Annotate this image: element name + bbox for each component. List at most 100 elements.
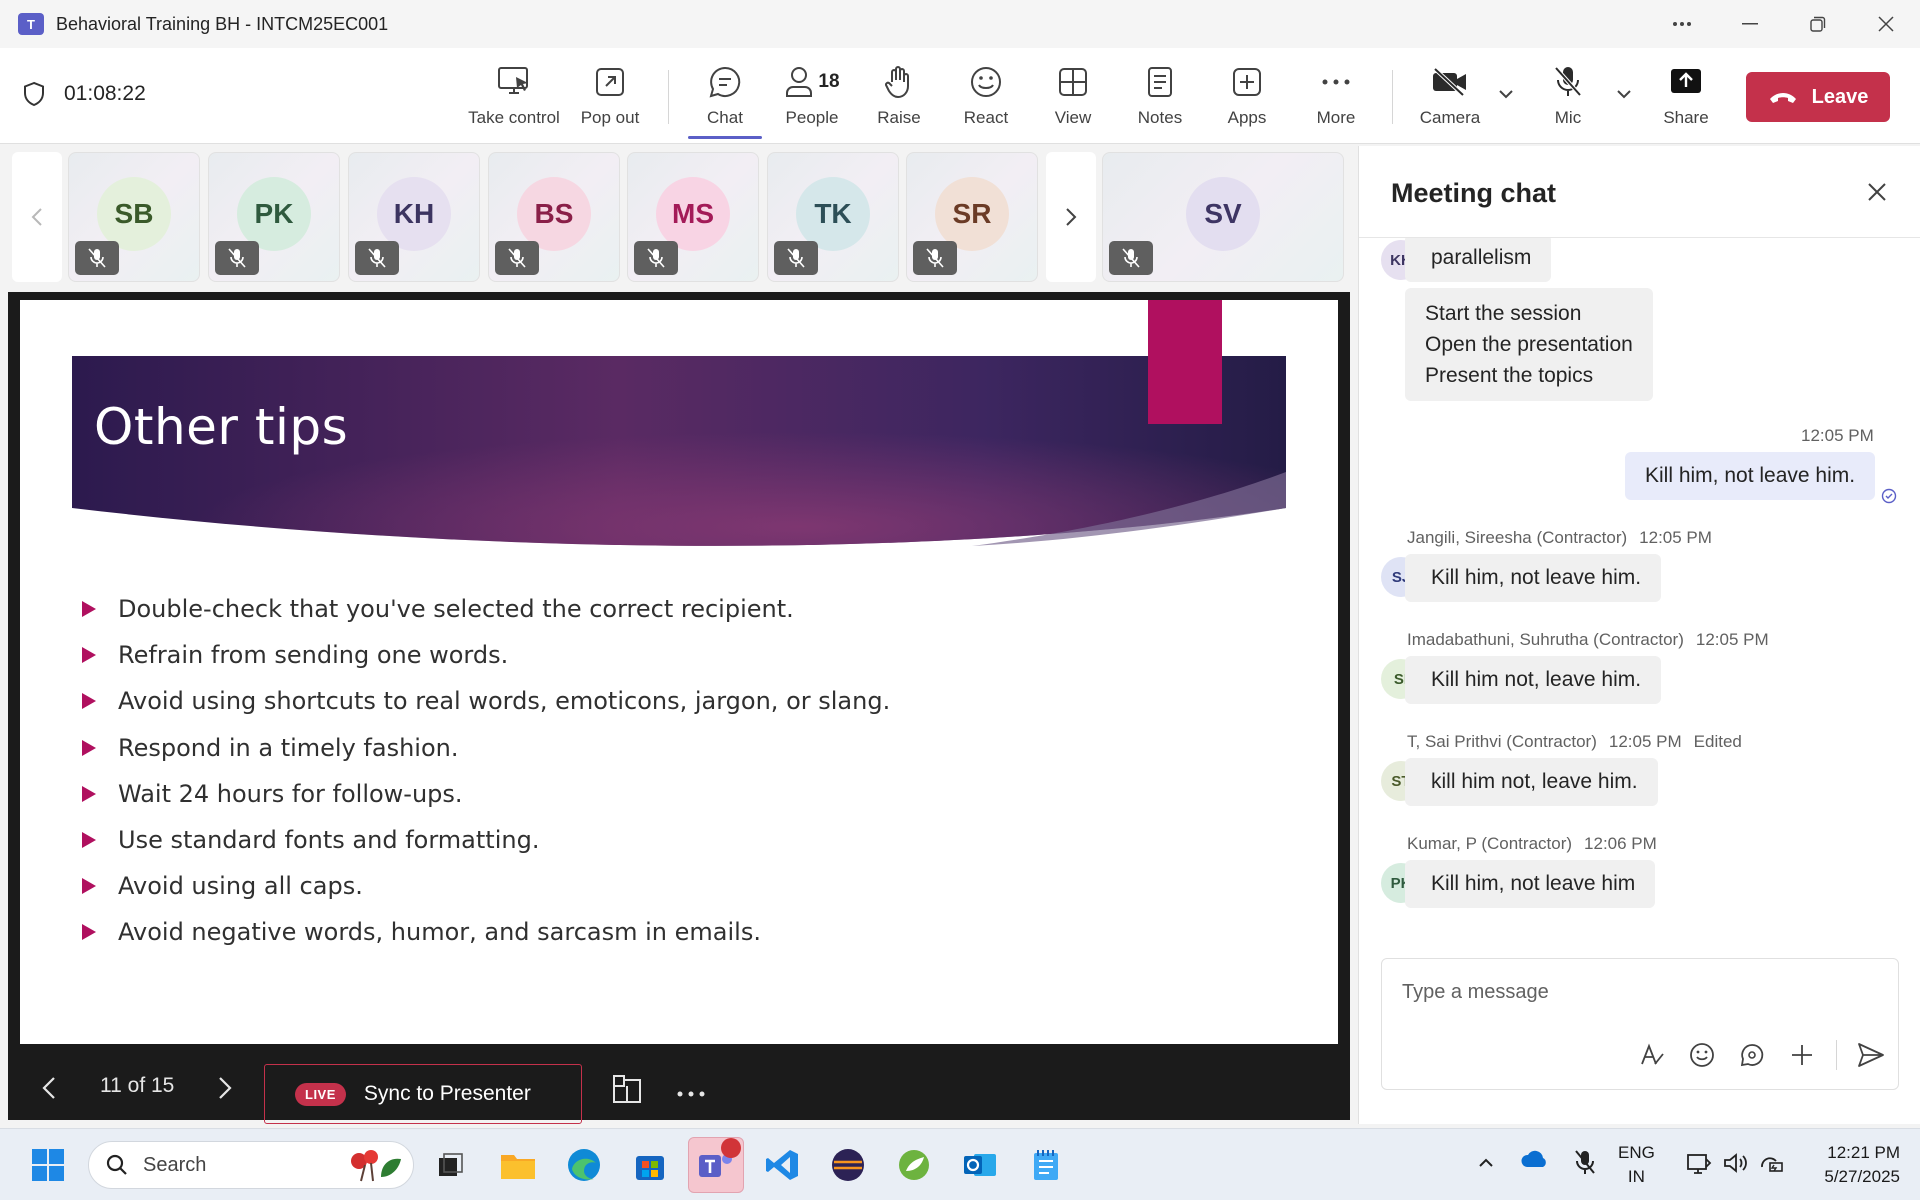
input-language[interactable]: ENG IN xyxy=(1618,1141,1655,1189)
camera-label: Camera xyxy=(1419,108,1481,127)
participant-tile[interactable]: BS xyxy=(488,152,620,282)
pop-out-button[interactable]: Pop out xyxy=(562,62,658,128)
more-options-icon[interactable] xyxy=(1648,0,1716,48)
camera-button[interactable]: Camera xyxy=(1402,62,1498,128)
message-time: 12:05 PM xyxy=(1608,732,1682,751)
send-icon[interactable] xyxy=(1855,1039,1887,1071)
muted-mic-icon xyxy=(774,241,818,275)
participant-tile[interactable]: SV xyxy=(1102,152,1344,282)
chevron-right-icon xyxy=(219,1077,232,1099)
mic-options-chevron-down-icon[interactable] xyxy=(1616,86,1632,104)
bullet-arrow-icon xyxy=(82,693,96,710)
chat-message-list[interactable]: KH parallelism Start the session Open th… xyxy=(1359,238,1920,910)
slide-bullet-list: Double-check that you've selected the co… xyxy=(78,586,890,956)
camera-options-chevron-down-icon[interactable] xyxy=(1498,86,1514,104)
system-clock[interactable]: 12:21 PM 5/27/2025 xyxy=(1800,1141,1900,1189)
raise-label: Raise xyxy=(877,108,921,127)
slide-title: Other tips xyxy=(94,398,349,456)
chat-message[interactable]: Kill him, not leave him xyxy=(1405,860,1656,908)
minimize-button[interactable] xyxy=(1716,0,1784,48)
search-icon xyxy=(106,1154,127,1175)
message-text: kill him not, leave him. xyxy=(1431,770,1638,793)
mic-off-icon xyxy=(1553,62,1583,102)
onedrive-icon[interactable] xyxy=(1520,1149,1550,1176)
slide-title-banner xyxy=(72,356,1286,546)
add-attachment-icon[interactable] xyxy=(1786,1039,1818,1071)
message-text: Kill him, not leave him. xyxy=(1645,464,1856,487)
presenter-view-button[interactable] xyxy=(612,1074,642,1109)
eclipse-icon[interactable] xyxy=(826,1143,870,1187)
slide-more-options-button[interactable] xyxy=(676,1084,706,1102)
close-window-button[interactable] xyxy=(1852,0,1920,48)
system-tray-status[interactable] xyxy=(1686,1151,1786,1175)
spring-tools-icon[interactable] xyxy=(892,1143,936,1187)
sender-name: Imadabathuni, Suhrutha (Contractor) xyxy=(1407,630,1684,649)
notes-button[interactable]: Notes xyxy=(1112,62,1208,128)
notepad-icon[interactable] xyxy=(1024,1143,1068,1187)
chat-message[interactable]: Kill him, not leave him. xyxy=(1405,554,1662,602)
chat-message[interactable]: Kill him not, leave him. xyxy=(1405,656,1662,704)
slide-bullet: Use standard fonts and formatting. xyxy=(78,817,890,863)
edge-browser-icon[interactable] xyxy=(562,1143,606,1187)
people-count: 18 xyxy=(818,71,840,92)
vscode-icon[interactable] xyxy=(760,1143,804,1187)
mic-button[interactable]: Mic xyxy=(1520,62,1616,128)
leave-button[interactable]: Leave xyxy=(1746,72,1890,122)
slide-bullet: Refrain from sending one words. xyxy=(78,632,890,678)
previous-slide-button[interactable] xyxy=(42,1076,56,1105)
task-view-icon[interactable] xyxy=(428,1143,472,1187)
restore-button[interactable] xyxy=(1784,0,1852,48)
composer-tools xyxy=(1636,1039,1887,1071)
chat-message[interactable]: Start the session Open the presentation … xyxy=(1405,288,1653,401)
take-control-button[interactable]: Take control xyxy=(466,62,562,128)
message-time: 12:05 PM xyxy=(1695,630,1769,649)
battery-charging-icon xyxy=(1761,1157,1783,1172)
participant-tile[interactable]: PK xyxy=(208,152,340,282)
more-button[interactable]: More xyxy=(1288,62,1384,128)
strip-next-button[interactable] xyxy=(1046,152,1096,282)
slide-bullet: Avoid negative words, humor, and sarcasm… xyxy=(78,909,890,955)
participant-tile[interactable]: SR xyxy=(906,152,1038,282)
raise-hand-button[interactable]: Raise xyxy=(851,62,947,128)
react-button[interactable]: React xyxy=(938,62,1034,128)
muted-microphone-tray-icon[interactable] xyxy=(1570,1145,1600,1181)
slide-page-indicator: 11 of 15 xyxy=(100,1074,175,1097)
apps-button[interactable]: Apps xyxy=(1199,62,1295,128)
sender-name: Jangili, Sireesha (Contractor) xyxy=(1407,528,1628,547)
chat-message[interactable]: parallelism xyxy=(1405,238,1552,282)
participant-tile[interactable]: MS xyxy=(627,152,759,282)
format-icon[interactable] xyxy=(1636,1039,1668,1071)
strip-previous-button[interactable] xyxy=(12,152,62,282)
taskbar-search[interactable]: Search xyxy=(88,1141,414,1189)
view-button[interactable]: View xyxy=(1025,62,1121,128)
avatar: SV xyxy=(1186,177,1260,251)
chat-button[interactable]: Chat xyxy=(677,62,773,128)
teams-taskbar-icon[interactable] xyxy=(688,1137,744,1193)
message-composer[interactable]: Type a message xyxy=(1381,958,1899,1090)
participant-tile[interactable]: KH xyxy=(348,152,480,282)
show-hidden-icons-chevron-up-icon[interactable] xyxy=(1478,1155,1494,1173)
slide-bullet: Double-check that you've selected the co… xyxy=(78,586,890,632)
participant-tile[interactable]: SB xyxy=(68,152,200,282)
close-chat-button[interactable] xyxy=(1867,182,1887,207)
people-button[interactable]: 18 People xyxy=(764,62,860,128)
avatar: MS xyxy=(656,177,730,251)
avatar: SB xyxy=(97,177,171,251)
bullet-arrow-icon xyxy=(82,647,96,664)
outlook-icon[interactable] xyxy=(958,1143,1002,1187)
file-explorer-icon[interactable] xyxy=(496,1143,540,1187)
participant-tile[interactable]: TK xyxy=(767,152,899,282)
sync-to-presenter-button[interactable]: LIVE Sync to Presenter xyxy=(264,1064,582,1124)
chat-message[interactable]: kill him not, leave him. xyxy=(1405,758,1658,806)
windows-taskbar: Search ENG IN 12:21 PM 5/27/2025 xyxy=(0,1128,1920,1200)
emoji-icon[interactable] xyxy=(1686,1039,1718,1071)
loop-component-icon[interactable] xyxy=(1736,1039,1768,1071)
my-chat-message[interactable]: Kill him, not leave him. xyxy=(1625,452,1876,500)
bullet-text: Double-check that you've selected the co… xyxy=(118,595,794,624)
muted-mic-icon xyxy=(913,241,957,275)
message-input[interactable]: Type a message xyxy=(1402,981,1549,1004)
windows-start-icon[interactable] xyxy=(26,1143,70,1187)
microsoft-store-icon[interactable] xyxy=(628,1143,672,1187)
next-slide-button[interactable] xyxy=(218,1076,232,1105)
share-button[interactable]: Share xyxy=(1638,62,1734,128)
